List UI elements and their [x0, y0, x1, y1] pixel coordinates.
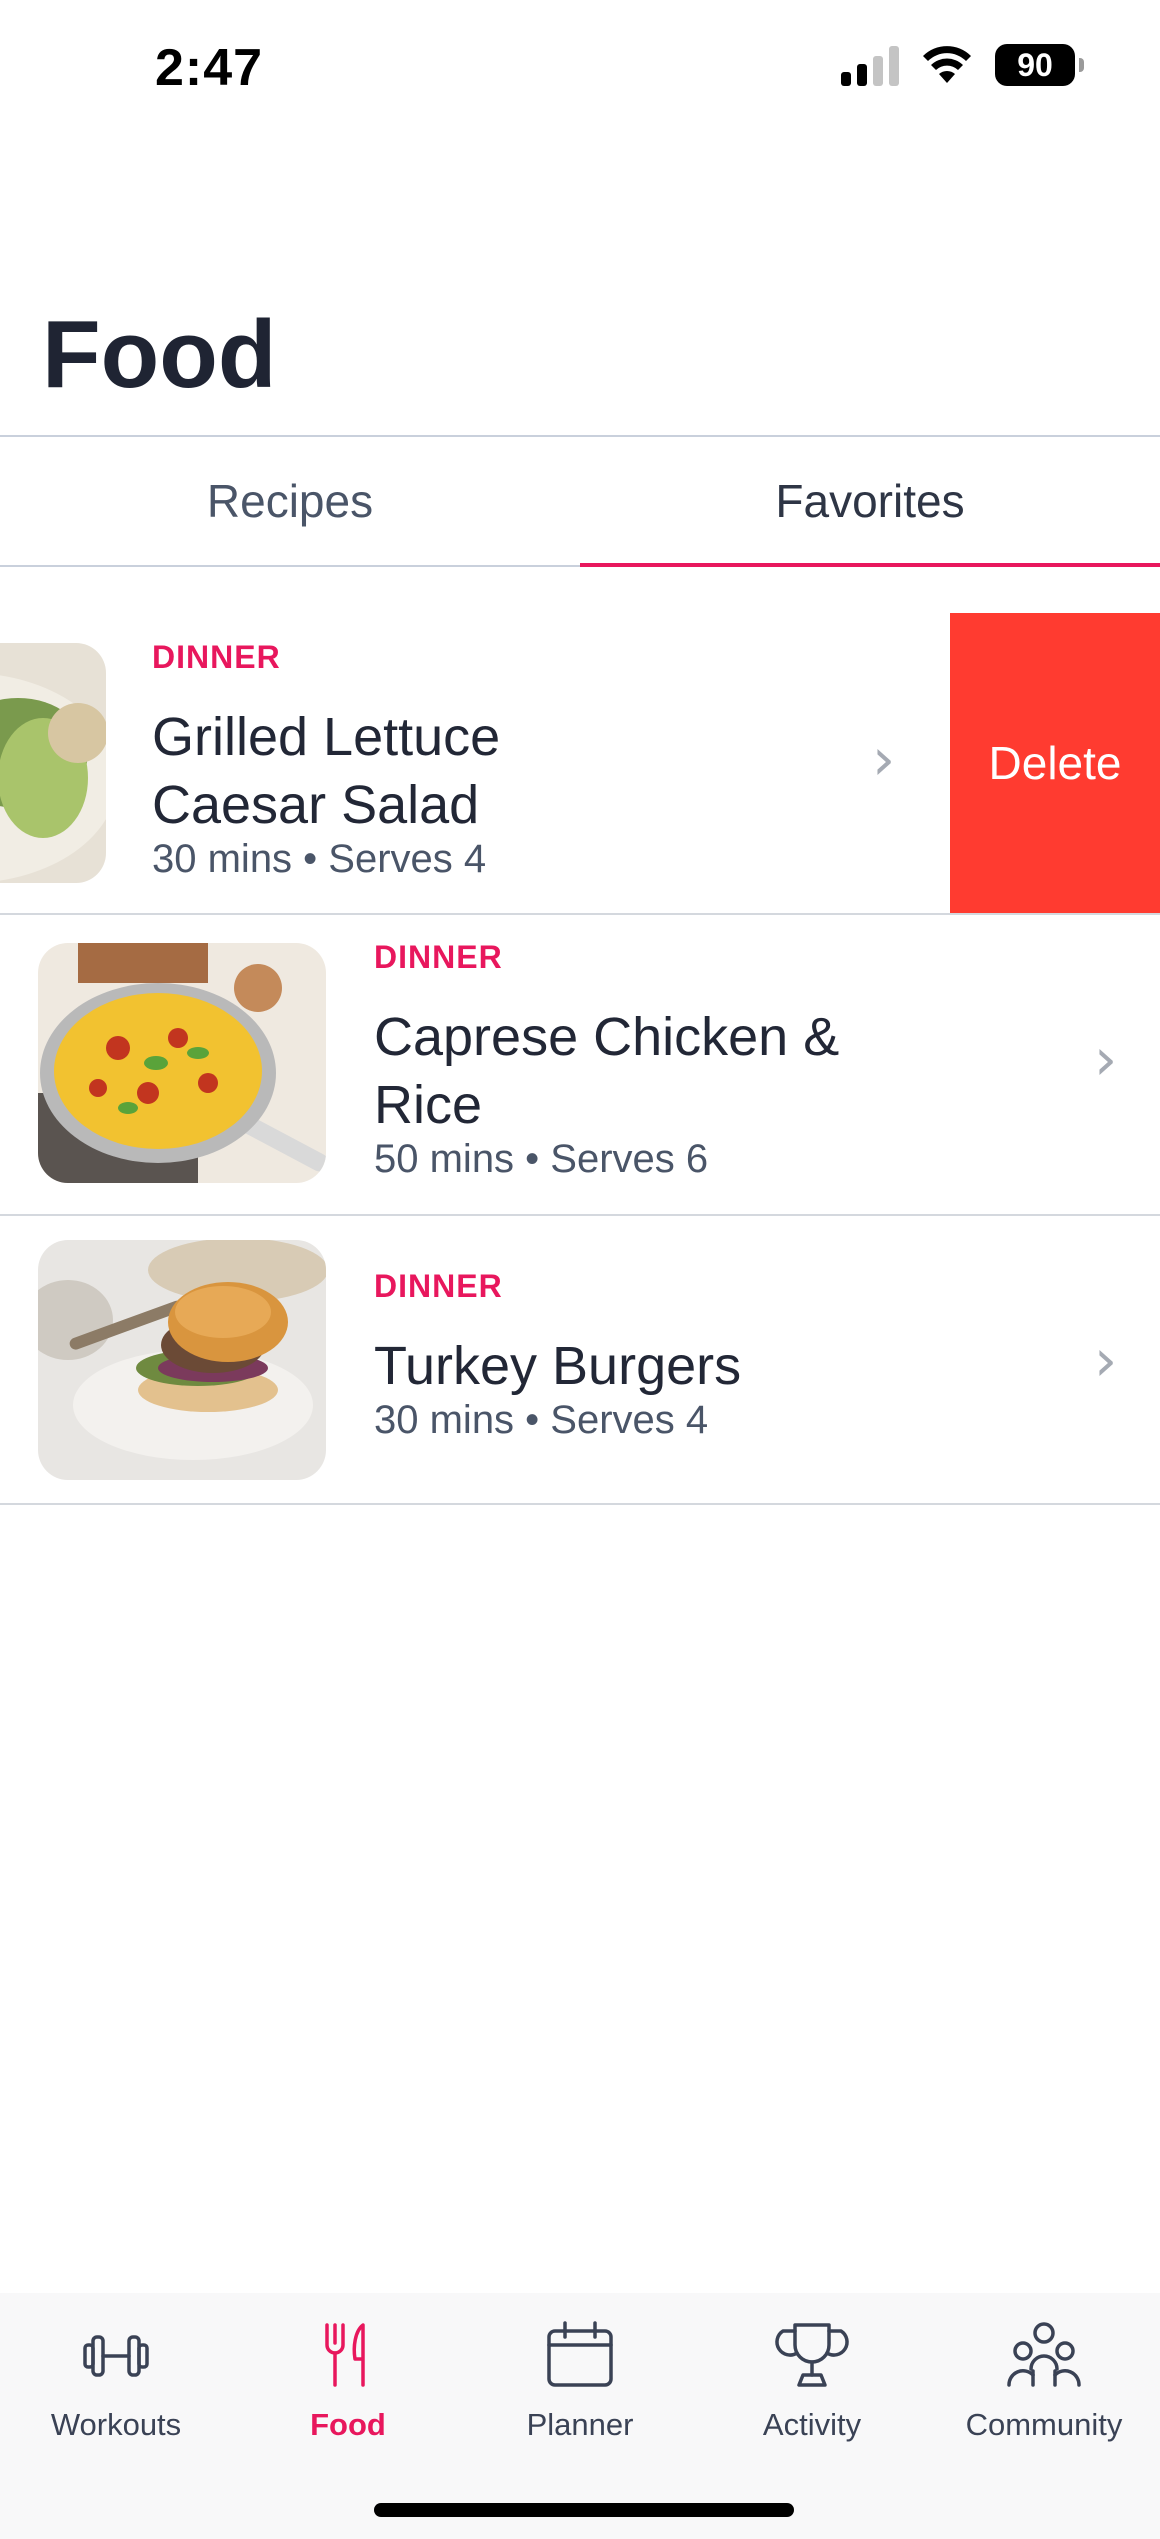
page-title: Food — [42, 301, 277, 408]
cellular-signal-icon — [841, 44, 899, 86]
chevron-right-icon: › — [872, 725, 896, 793]
recipe-image — [38, 943, 326, 1183]
recipe-category: DINNER — [374, 939, 503, 975]
delete-button[interactable]: Delete — [950, 613, 1160, 913]
calendar-icon — [547, 2321, 613, 2387]
nav-label: Food — [310, 2407, 386, 2442]
recipe-category: DINNER — [152, 639, 281, 675]
recipe-image — [0, 643, 106, 883]
nav-label: Workouts — [50, 2407, 182, 2442]
screen: 2:47 90 Food Recipes Favorites DINNER Gr… — [0, 0, 1160, 2539]
tab-favorites[interactable]: Favorites — [580, 437, 1160, 567]
recipe-name: Turkey Burgers — [374, 1336, 742, 1396]
tab-recipes[interactable]: Recipes — [0, 437, 580, 565]
list-item[interactable]: DINNER Grilled Lettuce Caesar Salad 30 m… — [0, 613, 1160, 915]
community-icon — [1007, 2322, 1081, 2387]
nav-label: Planner — [526, 2407, 634, 2442]
fork-knife-icon — [325, 2323, 365, 2387]
dumbbell-icon — [83, 2335, 149, 2377]
nav-community[interactable]: Community — [928, 2293, 1160, 2539]
recipe-meta: 50 mins • Serves 6 — [374, 1137, 709, 1181]
nav-label: Community — [965, 2407, 1123, 2442]
chevron-right-icon: › — [1094, 1025, 1118, 1093]
list-item[interactable]: DINNER Turkey Burgers 30 mins • Serves 4… — [0, 1216, 1160, 1505]
status-icons: 90 — [841, 44, 1084, 86]
chevron-right-icon: › — [1094, 1326, 1118, 1394]
tab-bar: Recipes Favorites — [0, 435, 1160, 567]
recipe-name: Caprese Chicken & Rice — [374, 1007, 840, 1135]
recipe-name: Grilled Lettuce Caesar Salad — [152, 707, 501, 835]
recipe-category: DINNER — [374, 1268, 503, 1304]
trophy-icon — [775, 2323, 849, 2387]
nav-workouts[interactable]: Workouts — [0, 2293, 232, 2539]
recipe-meta: 30 mins • Serves 4 — [152, 837, 487, 881]
recipe-image — [38, 1240, 326, 1480]
status-time: 2:47 — [155, 39, 264, 97]
battery-icon: 90 — [995, 44, 1084, 86]
home-indicator[interactable] — [374, 2503, 794, 2517]
recipe-meta: 30 mins • Serves 4 — [374, 1398, 709, 1442]
list-item[interactable]: DINNER Caprese Chicken & Rice 50 mins • … — [0, 915, 1160, 1216]
wifi-icon — [923, 46, 971, 83]
nav-label: Activity — [762, 2407, 862, 2442]
